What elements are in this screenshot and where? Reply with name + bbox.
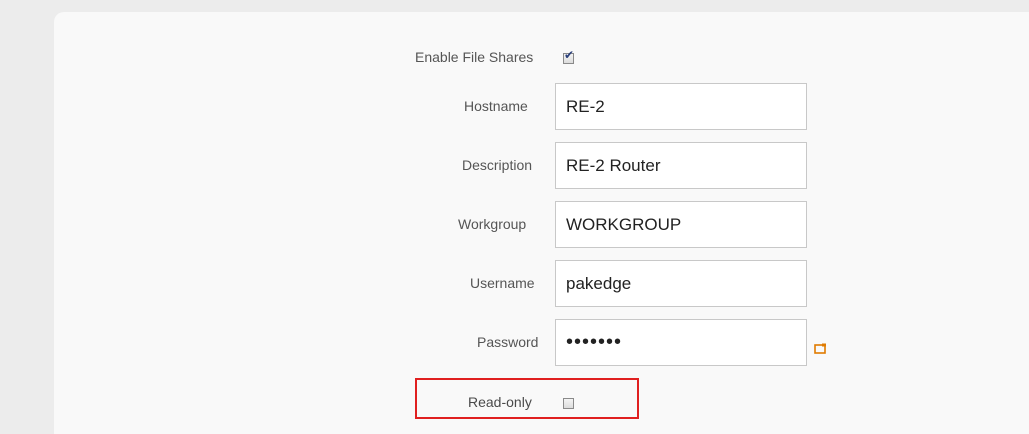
workgroup-label: Workgroup: [458, 216, 527, 232]
description-label: Description: [462, 157, 533, 173]
read-only-checkbox[interactable]: [563, 398, 574, 409]
password-label: Password: [477, 334, 539, 350]
checkmark-icon: ✔: [564, 48, 575, 62]
file-shares-page: Enable File Shares ✔ Hostname Descriptio…: [0, 0, 1029, 434]
hostname-input[interactable]: [555, 83, 807, 130]
username-label: Username: [470, 275, 535, 291]
description-input[interactable]: [555, 142, 807, 189]
password-input[interactable]: [555, 319, 807, 366]
username-input[interactable]: [555, 260, 807, 307]
show-password-icon[interactable]: [814, 343, 827, 354]
hostname-label: Hostname: [464, 98, 528, 114]
enable-file-shares-checkbox[interactable]: ✔: [563, 49, 574, 64]
read-only-label: Read-only: [468, 394, 532, 410]
workgroup-input[interactable]: [555, 201, 807, 248]
enable-file-shares-label: Enable File Shares: [415, 49, 534, 65]
settings-panel: Enable File Shares ✔ Hostname Descriptio…: [54, 12, 1029, 434]
